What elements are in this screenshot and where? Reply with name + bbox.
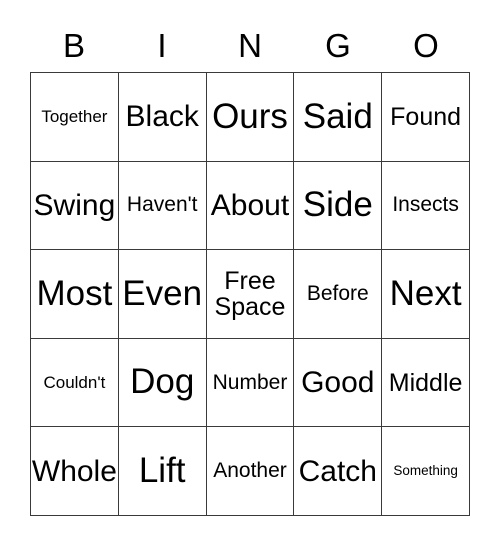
bingo-cell-label: Black xyxy=(125,100,199,134)
bingo-cell-label: Good xyxy=(301,366,375,399)
bingo-cell-r1c1[interactable]: Haven't xyxy=(118,161,207,251)
bingo-cell-label: Lift xyxy=(138,450,186,490)
bingo-cell-r4c2[interactable]: Another xyxy=(206,427,295,516)
bingo-cell-r4c4[interactable]: Something xyxy=(382,427,470,516)
bingo-cell-r2c3[interactable]: Before xyxy=(294,250,383,339)
bingo-cell-label: Before xyxy=(306,282,369,306)
bingo-cell-r2c1[interactable]: Even xyxy=(118,250,207,339)
header-letter-b: B xyxy=(62,26,85,64)
bingo-cell-label: Something xyxy=(393,463,458,479)
bingo-cell-label: Another xyxy=(213,459,287,483)
bingo-cell-free-space[interactable]: Free Space xyxy=(206,250,295,339)
bingo-cell-r0c2[interactable]: Ours xyxy=(206,73,295,162)
header-letter-i: I xyxy=(157,26,167,64)
bingo-cell-label: Ours xyxy=(212,96,288,136)
bingo-cell-r2c0[interactable]: Most xyxy=(31,250,119,339)
bingo-cell-label: Dog xyxy=(130,362,195,402)
bingo-cell-label: About xyxy=(210,188,290,222)
bingo-cell-r4c0[interactable]: Whole xyxy=(31,427,119,516)
bingo-cell-label: Catch xyxy=(298,454,377,488)
bingo-cell-r1c0[interactable]: Swing xyxy=(31,161,119,251)
bingo-cell-label: Together xyxy=(41,106,108,126)
bingo-cell-label: Haven't xyxy=(126,193,198,217)
bingo-cell-label: Whole xyxy=(31,454,117,488)
bingo-cell-label: Said xyxy=(302,96,373,136)
bingo-cell-r2c4[interactable]: Next xyxy=(382,250,470,339)
bingo-cell-r0c0[interactable]: Together xyxy=(31,73,119,162)
bingo-cell-label: Insects xyxy=(392,193,459,217)
bingo-cell-r1c2[interactable]: About xyxy=(206,161,295,251)
bingo-cell-r0c1[interactable]: Black xyxy=(118,73,207,162)
bingo-cell-r1c3[interactable]: Side xyxy=(294,161,383,251)
bingo-cell-label: Middle xyxy=(388,368,463,397)
bingo-cell-label: Most xyxy=(36,273,113,313)
bingo-cell-r1c4[interactable]: Insects xyxy=(382,161,470,251)
bingo-cell-label: Swing xyxy=(33,188,116,222)
bingo-cell-r3c4[interactable]: Middle xyxy=(382,338,470,428)
header-letter-o: O xyxy=(413,26,439,64)
bingo-cell-label: Couldn't xyxy=(43,372,106,392)
bingo-grid: Together Black Ours Said Found Swing Hav… xyxy=(30,72,470,516)
header-letter-g: G xyxy=(325,26,351,64)
bingo-cell-label: Side xyxy=(302,185,373,225)
bingo-header: B I N G O xyxy=(30,18,470,72)
bingo-cell-r4c1[interactable]: Lift xyxy=(118,427,207,516)
bingo-card: B I N G O Together Black Ours Said Found… xyxy=(0,0,500,544)
header-letter-n: N xyxy=(238,26,262,64)
bingo-cell-r3c0[interactable]: Couldn't xyxy=(31,338,119,428)
bingo-cell-r0c3[interactable]: Said xyxy=(294,73,383,162)
bingo-cell-r3c1[interactable]: Dog xyxy=(118,338,207,428)
bingo-cell-label: Next xyxy=(389,273,462,313)
bingo-cell-label: Number xyxy=(212,370,288,394)
free-space-label: Free Space xyxy=(214,266,286,321)
bingo-cell-r0c4[interactable]: Found xyxy=(382,73,470,162)
bingo-cell-r3c2[interactable]: Number xyxy=(206,338,295,428)
bingo-cell-label: Found xyxy=(390,102,462,131)
bingo-cell-label: Even xyxy=(122,273,203,313)
bingo-cell-r3c3[interactable]: Good xyxy=(294,338,383,428)
bingo-cell-r4c3[interactable]: Catch xyxy=(294,427,383,516)
